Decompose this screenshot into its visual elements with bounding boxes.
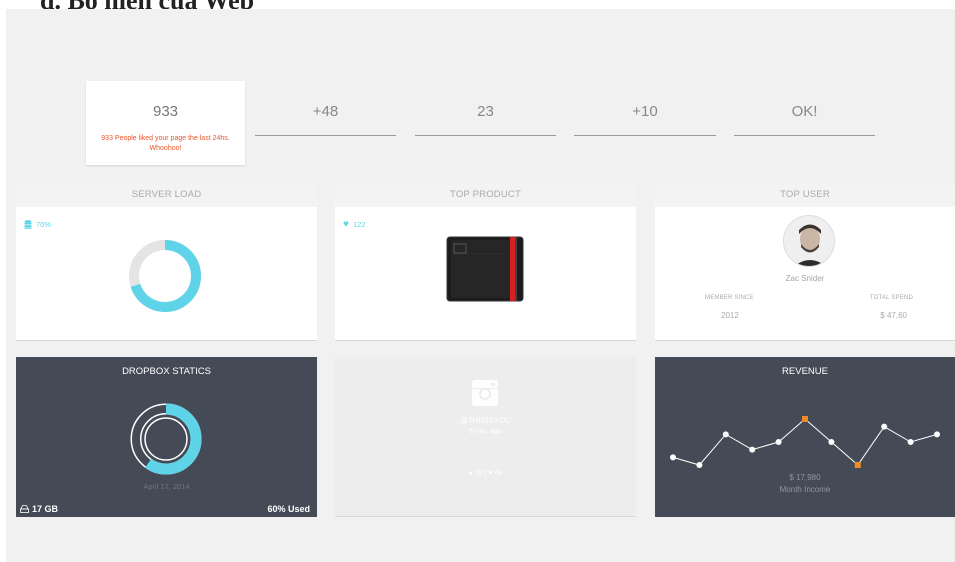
stat-value: 23	[477, 103, 494, 120]
divider: |	[484, 470, 487, 477]
stat-underline	[255, 135, 396, 136]
storage-used: 60% Used	[267, 504, 310, 514]
revenue-point[interactable]	[722, 431, 729, 438]
user-photo-icon	[784, 216, 834, 266]
revenue-card: REVENUE $ 17,980 Month Income	[655, 357, 955, 517]
instagram-time: 5 min. ago	[469, 428, 502, 435]
hard-drive-icon	[20, 505, 29, 513]
card-body: ♥ 122	[335, 207, 636, 341]
stat-note: 933 People liked your page the last 24hs…	[101, 135, 230, 152]
storage-info: 17 GB	[20, 504, 58, 514]
member-since-label: MEMBER SINCE	[705, 295, 754, 301]
avatar[interactable]	[783, 215, 835, 267]
stat-underline	[734, 135, 875, 136]
revenue-series-line	[672, 418, 938, 466]
revenue-point[interactable]	[749, 446, 756, 453]
revenue-point[interactable]	[802, 416, 808, 422]
dropbox-card: DROPBOX STATICS April 17, 2014 17 GB 60%…	[16, 357, 317, 517]
revenue-point[interactable]	[670, 454, 676, 461]
card-body: Zac Snider MEMBER SINCE TOTAL SPEND 2012…	[655, 207, 955, 341]
stat-tab-5[interactable]: OK!	[734, 81, 875, 165]
revenue-point[interactable]	[907, 439, 914, 445]
top-product-card: TOP PRODUCT ♥ 122	[335, 183, 636, 341]
likes-value: 122	[352, 220, 366, 229]
dropbox-date: April 17, 2014	[143, 482, 190, 491]
stat-value: OK!	[791, 103, 818, 120]
donut-hole	[142, 415, 190, 463]
comments-count: 18	[474, 470, 483, 477]
revenue-point[interactable]	[934, 431, 940, 438]
stat-value: 933	[152, 103, 179, 120]
revenue-amount: $ 17,980	[789, 473, 821, 482]
wallet-image[interactable]	[445, 234, 525, 304]
likes-count: 49	[494, 470, 503, 477]
dropbox-donut	[130, 403, 202, 475]
revenue-point[interactable]	[696, 462, 703, 468]
member-since-value: 2012	[721, 311, 739, 320]
instagram-card: @THISISYOU 5 min. ago ● 18 | ♥ 49	[335, 357, 636, 517]
revenue-point[interactable]	[775, 439, 782, 445]
revenue-point[interactable]	[828, 439, 835, 445]
revenue-caption: Month Income	[779, 485, 831, 494]
dashboard-canvas: 933 933 People liked your page the last …	[6, 9, 955, 562]
user-name: Zac Snider	[785, 274, 825, 283]
revenue-point[interactable]	[854, 462, 861, 468]
stat-tab-2[interactable]: +48	[255, 81, 396, 165]
stat-tab-3[interactable]: 23	[415, 81, 556, 165]
card-title: TOP PRODUCT	[335, 183, 636, 207]
card-title: TOP USER	[655, 183, 955, 207]
card-title: SERVER LOAD	[16, 183, 317, 207]
instagram-handle[interactable]: @THISISYOU	[335, 416, 636, 425]
stat-underline	[415, 135, 556, 136]
heart-icon: ♥	[343, 218, 349, 230]
stat-value: +10	[632, 103, 658, 120]
instagram-stats: ● 18 | ♥ 49	[335, 470, 636, 477]
stat-underline	[574, 135, 716, 136]
stat-tab-4[interactable]: +10	[574, 81, 716, 165]
total-spend-label: TOTAL SPEND	[869, 295, 913, 301]
storage-value: 17 GB	[32, 504, 59, 514]
camera-icon[interactable]	[471, 379, 499, 407]
comment-icon: ●	[468, 470, 473, 477]
server-load-donut	[129, 240, 201, 312]
server-load-card: SERVER LOAD 70%	[16, 183, 317, 341]
stat-card-likes[interactable]: 933 933 People liked your page the last …	[86, 81, 245, 165]
stat-value: +48	[312, 103, 339, 120]
likes-badge: ♥ 122	[343, 218, 366, 230]
total-spend-value: $ 47,60	[880, 311, 907, 320]
top-user-card: TOP USER Zac Snider MEMBER SINCE TOTAL S…	[655, 183, 955, 341]
heart-icon: ♥	[488, 470, 493, 477]
card-body: 70%	[16, 207, 317, 341]
revenue-point[interactable]	[881, 423, 888, 430]
